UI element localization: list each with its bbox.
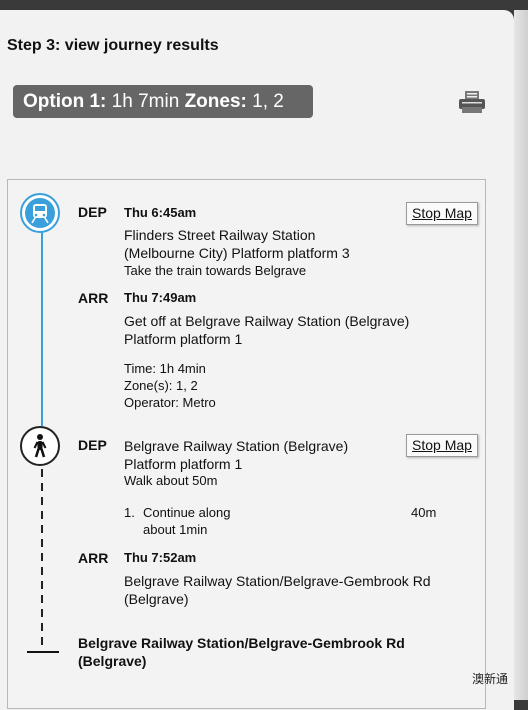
destination-name: Belgrave Railway Station/Belgrave-Gembro… xyxy=(78,635,405,669)
walk-leg-line xyxy=(41,469,43,649)
step-title: Step 3: view journey results xyxy=(7,37,219,54)
zones-value: 1, 2 xyxy=(252,91,284,112)
leg-instruction: Take the train towards Belgrave xyxy=(124,263,307,278)
zones-label: Zones: xyxy=(184,91,247,112)
dep-station: Flinders Street Railway Station xyxy=(124,227,316,243)
dep-time: Thu 6:45am xyxy=(124,205,197,220)
arr-label: ARR xyxy=(78,550,109,566)
dep-platform: (Melbourne City) Platform platform 3 xyxy=(124,245,350,261)
operator-info: Operator: Metro xyxy=(124,395,216,410)
arr-text: Get off at Belgrave Railway Station (Bel… xyxy=(124,313,410,329)
timeline-end-marker xyxy=(27,651,59,653)
step-distance: 40m xyxy=(411,505,437,520)
arr-time: Thu 7:49am xyxy=(124,290,197,305)
arr-text: Belgrave Railway Station/Belgrave-Gembro… xyxy=(124,573,431,589)
leg-instruction: Walk about 50m xyxy=(124,473,218,488)
walk-icon xyxy=(20,426,60,466)
print-icon[interactable] xyxy=(459,90,485,114)
step-duration: about 1min xyxy=(143,522,208,537)
page-edge xyxy=(514,10,528,700)
train-leg-line xyxy=(41,228,43,426)
train-icon xyxy=(20,193,60,233)
option-badge: Option 1: 1h 7min Zones: 1, 2 xyxy=(13,85,313,118)
dep-label: DEP xyxy=(78,204,107,220)
arr-suburb: (Belgrave) xyxy=(124,591,189,607)
dep-platform: Platform platform 1 xyxy=(124,456,243,472)
step-number: 1. xyxy=(124,505,135,520)
arr-platform: Platform platform 1 xyxy=(124,331,243,347)
arr-time: Thu 7:52am xyxy=(124,550,197,565)
option-label: Option 1: xyxy=(23,91,107,112)
stop-map-button[interactable]: Stop Map xyxy=(406,202,478,225)
stop-map-button[interactable]: Stop Map xyxy=(406,434,478,457)
zones-info: Zone(s): 1, 2 xyxy=(124,378,198,393)
dep-label: DEP xyxy=(78,437,107,453)
arr-label: ARR xyxy=(78,290,109,306)
watermark-logo: 澳新通 xyxy=(472,672,509,686)
time-info: Time: 1h 4min xyxy=(124,361,206,376)
dep-station: Belgrave Railway Station (Belgrave) xyxy=(124,438,349,454)
option-duration: 1h 7min xyxy=(111,91,180,112)
step-text: Continue along xyxy=(143,505,231,520)
